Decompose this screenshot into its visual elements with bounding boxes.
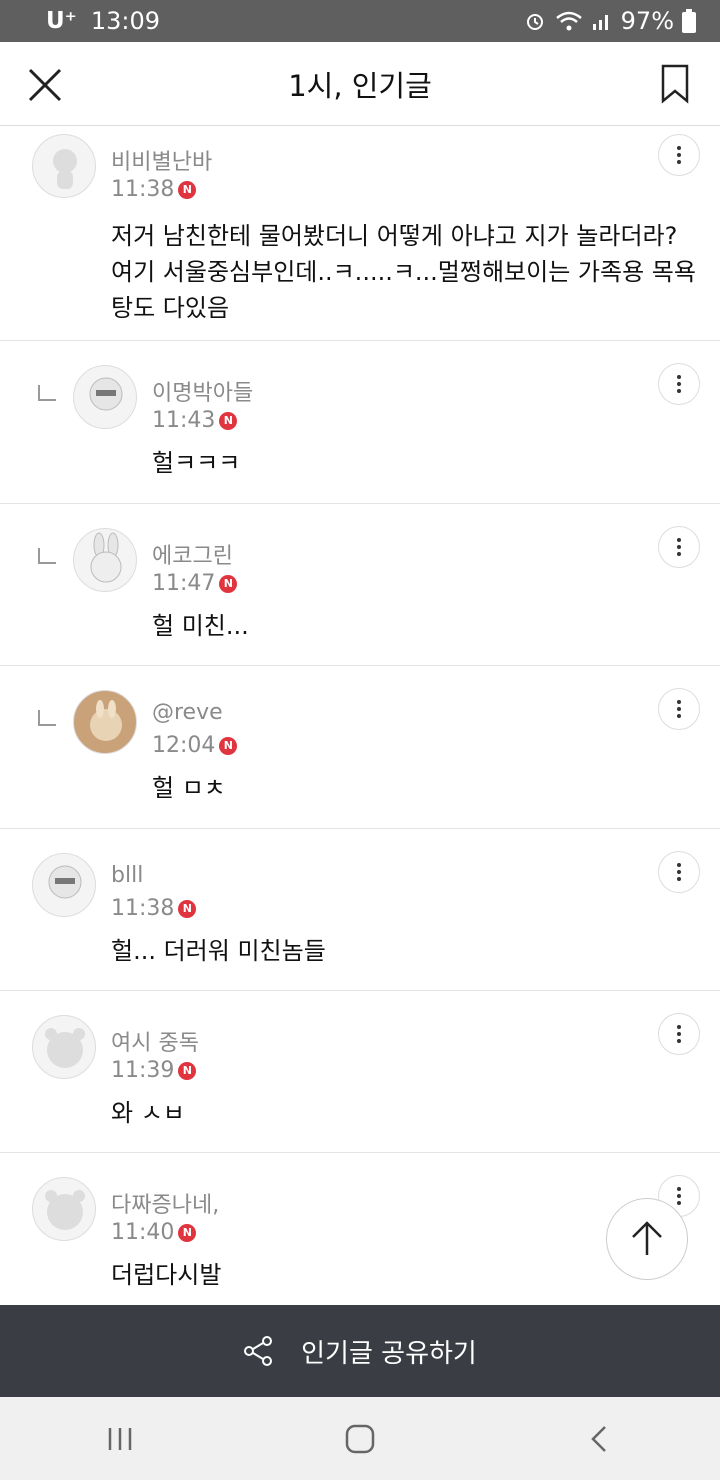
arrow-up-icon	[632, 1221, 662, 1255]
comment-text: 저거 남친한테 물어봤더니 어떻게 아냐고 지가 놀라더라?여기 서울중심부인데…	[111, 222, 696, 322]
comment-text: 와 ㅅㅂ	[111, 1099, 185, 1127]
bookmark-icon[interactable]	[660, 64, 690, 104]
more-icon[interactable]	[658, 526, 700, 568]
more-icon[interactable]	[658, 363, 700, 405]
comment-time: 11:40 N	[111, 1220, 197, 1245]
status-bar: U⁺ 13:09 97%	[0, 0, 720, 42]
author-name: 에코그린	[152, 544, 233, 569]
carrier-label: U⁺	[46, 8, 77, 34]
share-label: 인기글 공유하기	[301, 1338, 477, 1369]
wifi-icon	[555, 11, 582, 31]
back-icon[interactable]	[570, 1409, 630, 1469]
comment-time: 12:04 N	[152, 733, 238, 758]
system-nav-bar	[0, 1397, 720, 1480]
comment-time: 11:47 N	[152, 571, 238, 596]
comment-item: @reve 12:04 N 헐 ㅁㅊ	[0, 666, 720, 829]
more-icon[interactable]	[658, 688, 700, 730]
comment-item: 에코그린 11:47 N 헐 미친...	[0, 504, 720, 666]
page-title: 1시, 인기글	[288, 68, 432, 103]
signal-icon	[592, 15, 608, 30]
comment-text: 헐 ㅁㅊ	[152, 774, 226, 802]
status-time: 13:09	[90, 7, 160, 35]
share-button[interactable]: 인기글 공유하기	[0, 1305, 720, 1397]
new-badge: N	[219, 411, 238, 430]
new-badge: N	[219, 574, 238, 593]
home-icon[interactable]	[330, 1409, 390, 1469]
avatar	[32, 1015, 96, 1079]
comment-item: 이명박아들 11:43 N 헐ㅋㅋㅋ	[0, 341, 720, 504]
new-badge: N	[178, 180, 197, 199]
comment-list: 비비별난바 11:38 N 저거 남친한테 물어봤더니 어떻게 아냐고 지가 놀라…	[0, 126, 720, 1305]
avatar	[73, 690, 137, 754]
more-icon[interactable]	[658, 1013, 700, 1055]
reply-indent-icon	[38, 710, 56, 726]
comment-item: blll 11:38 N 헐... 더러워 미친놈들	[0, 829, 720, 991]
reply-indent-icon	[38, 385, 56, 401]
comment-time: 11:39 N	[111, 1058, 197, 1083]
battery-icon	[682, 9, 696, 33]
avatar	[73, 528, 137, 592]
scroll-top-button[interactable]	[606, 1198, 688, 1280]
comment-text: 헐 미친...	[152, 612, 249, 640]
author-name: 다짜증나네,	[111, 1193, 220, 1218]
avatar	[32, 853, 96, 917]
comment-item: 비비별난바 11:38 N 저거 남친한테 물어봤더니 어떻게 아냐고 지가 놀라…	[0, 126, 720, 341]
comment-text: 헐... 더러워 미친놈들	[111, 937, 326, 965]
author-name: @reve	[152, 700, 223, 725]
comment-text: 더럽다시발	[111, 1261, 222, 1289]
author-name: 비비별난바	[111, 150, 213, 175]
comment-time: 11:38 N	[111, 177, 197, 202]
new-badge: N	[178, 1223, 197, 1242]
share-icon	[244, 1336, 273, 1366]
recents-icon[interactable]	[90, 1409, 150, 1469]
author-name: blll	[111, 863, 144, 888]
comment-time: 11:38 N	[111, 896, 197, 921]
new-badge: N	[178, 899, 197, 918]
comment-item: 여시 중독 11:39 N 와 ㅅㅂ	[0, 991, 720, 1153]
comment-time: 11:43 N	[152, 408, 238, 433]
avatar	[73, 365, 137, 429]
comment-text: 헐ㅋㅋㅋ	[152, 449, 241, 477]
new-badge: N	[219, 736, 238, 755]
header: 1시, 인기글	[0, 42, 720, 126]
alarm-icon	[526, 14, 543, 30]
author-name: 여시 중독	[111, 1031, 199, 1056]
author-name: 이명박아들	[152, 381, 254, 406]
avatar	[32, 1177, 96, 1241]
close-icon[interactable]	[26, 66, 64, 104]
more-icon[interactable]	[658, 851, 700, 893]
battery-percent: 97%	[620, 7, 674, 35]
new-badge: N	[178, 1061, 197, 1080]
reply-indent-icon	[38, 548, 56, 564]
avatar	[32, 134, 96, 198]
more-icon[interactable]	[658, 134, 700, 176]
status-icons: 97%	[523, 7, 696, 35]
